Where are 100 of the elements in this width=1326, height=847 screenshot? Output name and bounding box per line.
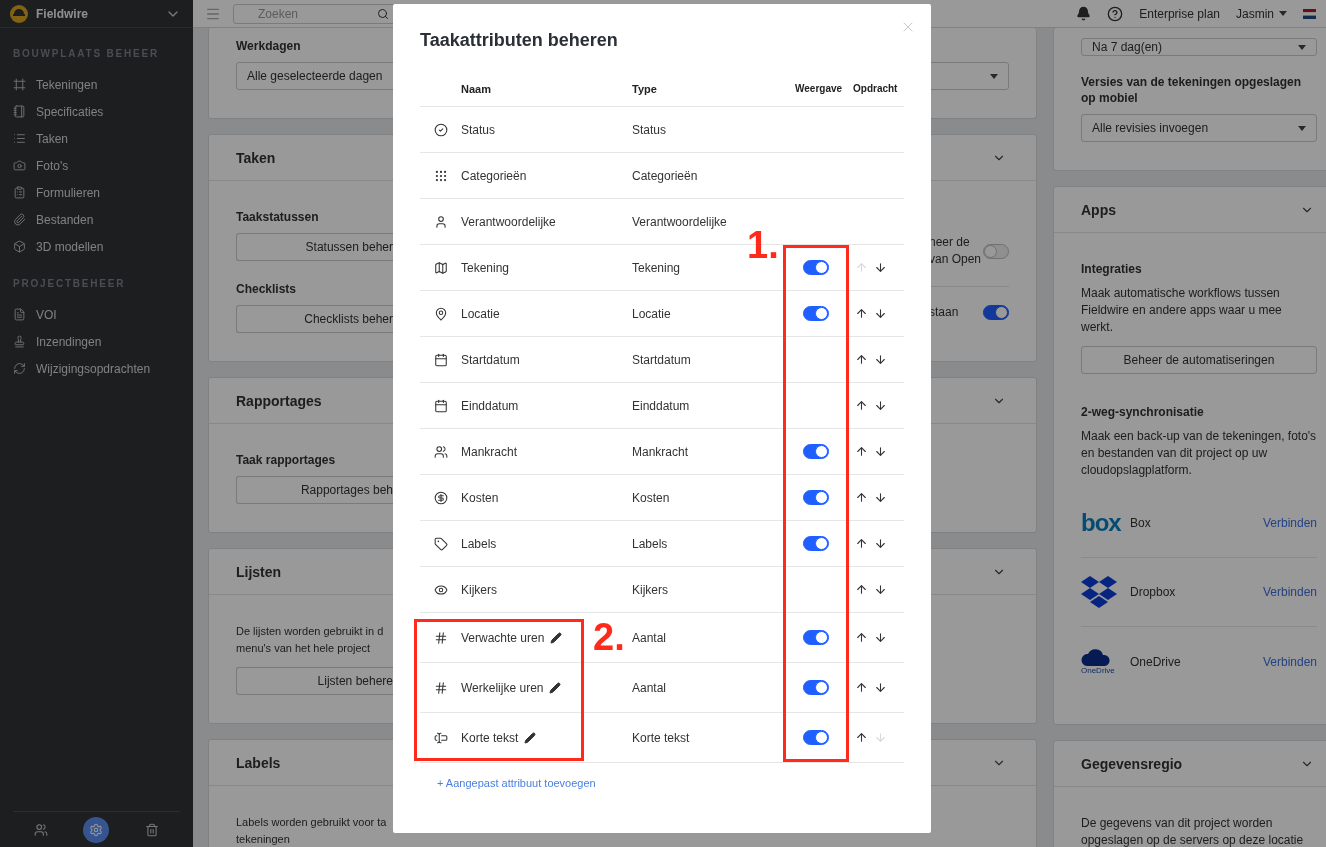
toggle-switch[interactable]: [983, 243, 1009, 259]
arrow-up-icon[interactable]: [855, 353, 868, 366]
arrow-down-icon[interactable]: [874, 445, 887, 458]
arrow-up-icon[interactable]: [855, 445, 868, 458]
connect-link[interactable]: Verbinden: [1262, 585, 1317, 599]
toggle-switch[interactable]: [803, 444, 829, 459]
manage-button[interactable]: Checklists beher: [236, 305, 393, 333]
connect-link[interactable]: Verbinden: [1262, 654, 1317, 669]
arrow-up-icon[interactable]: [855, 491, 868, 504]
select-field[interactable]: Alle revisies invoegen: [1081, 114, 1317, 142]
toggle-switch[interactable]: [803, 730, 829, 745]
pin-icon: [433, 306, 448, 321]
arrow-up-icon[interactable]: [855, 307, 868, 320]
card-title: Taken: [236, 149, 276, 166]
attribute-name: Status: [461, 122, 496, 137]
plan-link[interactable]: Enterprise plan: [1139, 6, 1220, 21]
add-attribute-link[interactable]: + Aangepast attribuut toevoegen: [420, 777, 904, 789]
toggle-switch[interactable]: [803, 490, 829, 505]
modal-title: Taakattributen beheren: [420, 30, 619, 51]
hash-icon: [433, 630, 448, 645]
manage-button[interactable]: Lijsten behere: [236, 667, 393, 695]
pencil-icon[interactable]: [524, 731, 537, 744]
arrow-down-icon[interactable]: [874, 491, 887, 504]
nav-item[interactable]: Bestanden: [0, 206, 193, 233]
caret-icon: [1279, 11, 1287, 16]
search-input[interactable]: Zoeken: [256, 5, 377, 22]
attribute-type: Korte tekst: [632, 730, 691, 745]
pencil-icon[interactable]: [550, 631, 563, 644]
bell-icon[interactable]: [1076, 6, 1092, 21]
attribute-name: Labels: [461, 536, 497, 551]
manage-button[interactable]: Beheer de automatiseringen: [1081, 346, 1317, 374]
column-header: Naam: [461, 82, 492, 95]
nav-item[interactable]: Wijzigingsopdrachten: [0, 355, 193, 382]
attribute-name: Korte tekst: [461, 730, 519, 745]
search-icon[interactable]: [377, 7, 389, 20]
flag-icon[interactable]: [1303, 8, 1316, 19]
footer-button[interactable]: [83, 816, 110, 843]
card-title: Apps: [1081, 201, 1116, 218]
arrow-down-icon[interactable]: [874, 681, 887, 694]
check-circle-icon: [433, 122, 448, 137]
refresh-icon: [13, 362, 26, 375]
nav-item[interactable]: Tekeningen: [0, 71, 193, 98]
help-icon[interactable]: [1107, 5, 1124, 22]
connect-link[interactable]: Verbinden: [1262, 516, 1317, 530]
arrow-down-icon[interactable]: [874, 537, 887, 550]
pencil-icon[interactable]: [549, 681, 562, 694]
select-field[interactable]: Na 7 dag(en): [1081, 38, 1317, 56]
dollar-icon: [433, 490, 448, 505]
nav-item[interactable]: 3D modellen: [0, 233, 193, 260]
calendar-icon: [433, 398, 448, 413]
arrow-down-icon[interactable]: [874, 261, 887, 274]
setting-text: staan: [929, 304, 959, 321]
arrow-down-icon[interactable]: [874, 307, 887, 320]
arrow-down-icon[interactable]: [874, 583, 887, 596]
attribute-name: Verwachte uren: [461, 630, 545, 645]
nav-item[interactable]: Specificaties: [0, 98, 193, 125]
toggle-switch[interactable]: [803, 306, 829, 321]
toggle-switch[interactable]: [803, 680, 829, 695]
attribute-name: Locatie: [461, 306, 500, 321]
manage-button[interactable]: Rapportages beh: [236, 476, 393, 504]
toggle-switch[interactable]: [803, 630, 829, 645]
list-icon: [13, 132, 26, 145]
cube-icon: [13, 240, 26, 253]
arrow-up-icon[interactable]: [855, 537, 868, 550]
arrow-up-icon[interactable]: [855, 631, 868, 644]
arrow-down-icon[interactable]: [874, 631, 887, 644]
arrow-up-icon[interactable]: [855, 731, 868, 744]
arrow-down-icon[interactable]: [874, 399, 887, 412]
nav-item[interactable]: VOI: [0, 301, 193, 328]
eye-icon: [433, 582, 448, 597]
attribute-type: Startdatum: [632, 352, 692, 367]
brand-name: Fieldwire: [36, 6, 89, 21]
toggle-switch[interactable]: [803, 536, 829, 551]
drawing-sheet-icon: [13, 78, 26, 91]
arrow-down-icon[interactable]: [874, 353, 887, 366]
attribute-type: Locatie: [632, 306, 672, 321]
caret-icon: [1298, 125, 1306, 131]
arrow-up-icon[interactable]: [855, 681, 868, 694]
attribute-name: Mankracht: [461, 444, 518, 459]
hash-icon: [433, 680, 448, 695]
calendar-icon: [433, 352, 448, 367]
nav-item[interactable]: Foto's: [0, 152, 193, 179]
camera-icon: [13, 159, 26, 172]
dots-grid-icon: [433, 168, 448, 183]
nav-item[interactable]: Taken: [0, 125, 193, 152]
field-label: 2-weg-synchronisatie: [1081, 404, 1204, 420]
nav-item[interactable]: Formulieren: [0, 179, 193, 206]
toggle-switch[interactable]: [983, 305, 1009, 320]
nav-item[interactable]: Inzendingen: [0, 328, 193, 355]
manage-button[interactable]: Statussen beher: [236, 233, 393, 261]
arrow-up-icon[interactable]: [855, 399, 868, 412]
service-name: Dropbox: [1130, 585, 1177, 599]
service-name: OneDrive: [1130, 654, 1182, 669]
toggle-switch[interactable]: [803, 260, 829, 275]
attribute-type: Status: [632, 122, 668, 137]
description-text: Labels worden gebruikt voor ta tekeningen: [236, 815, 387, 847]
arrow-up-icon[interactable]: [855, 583, 868, 596]
search-field[interactable]: Zoeken: [233, 3, 396, 24]
card-title: Gegevensregio: [1081, 755, 1183, 772]
user-menu[interactable]: Jasmin: [1236, 6, 1287, 21]
